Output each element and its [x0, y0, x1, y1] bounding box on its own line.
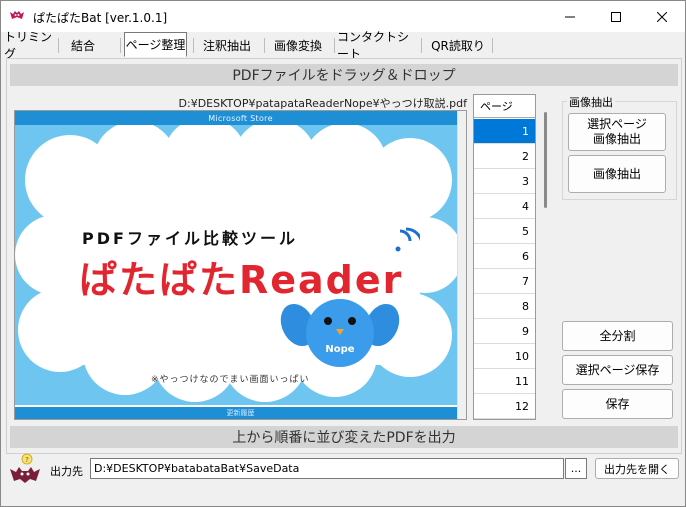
page-row[interactable]: 2: [474, 144, 535, 169]
tab-image-convert[interactable]: 画像変換: [267, 34, 329, 56]
save-selected-pages-button[interactable]: 選択ページ保存: [562, 355, 673, 385]
close-icon: [657, 11, 667, 22]
tab-divider: [421, 38, 422, 53]
minimize-icon: [565, 16, 575, 17]
tab-divider: [120, 38, 121, 53]
preview-note: ※やっつけなのでまい画面いっぱい: [151, 375, 310, 385]
output-folder-label: 出力先: [50, 465, 83, 478]
page-list-header: ページ: [474, 95, 535, 118]
browse-button[interactable]: ...: [565, 458, 587, 479]
tab-divider: [193, 38, 194, 53]
tab-divider: [264, 38, 265, 53]
page-row[interactable]: 9: [474, 319, 535, 344]
output-path-field[interactable]: D:¥DESKTOP¥batabataBat¥SaveData: [90, 458, 564, 479]
button-label-line1: 選択ページ: [587, 117, 647, 131]
maximize-button[interactable]: [593, 1, 639, 32]
tab-strip: トリミング 結合 ページ整理 注釈抽出 画像変換 コンタクトシート QR読取り: [1, 30, 685, 61]
page-row[interactable]: 6: [474, 244, 535, 269]
preview-history-bar: 更新履歴: [15, 407, 466, 419]
extract-selected-pages-button[interactable]: 選択ページ 画像抽出: [568, 113, 666, 151]
close-button[interactable]: [639, 1, 685, 32]
page-row[interactable]: 12: [474, 394, 535, 419]
button-label-line2: 画像抽出: [592, 132, 641, 146]
image-extract-title: 画像抽出: [567, 94, 615, 110]
page-list[interactable]: ページ 1 2 3 4 5 6 7 8 9 10 11 12: [473, 94, 536, 420]
tab-merge[interactable]: 結合: [61, 34, 105, 56]
page-row[interactable]: 5: [474, 219, 535, 244]
preview-store-bar: Microsoft Store: [15, 111, 466, 125]
page-row[interactable]: 10: [474, 344, 535, 369]
tab-page-organize[interactable]: ページ整理: [124, 32, 187, 57]
bat-mascot-icon: ?: [10, 453, 40, 483]
scrollbar-thumb[interactable]: [544, 112, 547, 208]
preview-subtitle: PDFファイル比較ツール: [82, 229, 298, 248]
tab-divider: [334, 38, 335, 53]
preview-page: PDFファイル比較ツール ぱたぱたReader Nope ※やっつけなのでまい画…: [15, 125, 466, 405]
tab-annotation-extract[interactable]: 注釈抽出: [196, 34, 258, 56]
open-output-folder-button[interactable]: 出力先を開く: [595, 458, 679, 479]
window-title: ぱたぱたBat [ver.1.0.1]: [33, 11, 168, 25]
tab-contact-sheet[interactable]: コンタクトシート: [336, 30, 420, 61]
file-path-label: D:¥DESKTOP¥patapataReaderNope¥やっつけ取説.pdf: [178, 97, 467, 110]
minimize-button[interactable]: [547, 1, 593, 32]
extract-images-button[interactable]: 画像抽出: [568, 155, 666, 193]
page-row[interactable]: 4: [474, 194, 535, 219]
page-row[interactable]: 8: [474, 294, 535, 319]
app-window: ぱたぱたBat [ver.1.0.1] トリミング 結合 ページ整理 注釈抽出 …: [0, 0, 686, 507]
mascot-label: Nope: [325, 344, 354, 355]
bluebird-mascot: Nope: [280, 299, 400, 367]
tab-qr-read[interactable]: QR読取り: [425, 34, 491, 56]
page-row[interactable]: 1: [474, 119, 535, 144]
split-all-button[interactable]: 全分割: [562, 321, 673, 351]
bat-app-icon: [10, 11, 24, 19]
maximize-icon: [611, 11, 621, 22]
svg-text:?: ?: [25, 456, 29, 464]
wifi-signal-icon: [395, 227, 420, 252]
page-row[interactable]: 11: [474, 369, 535, 394]
preview-scrollbar[interactable]: [457, 111, 466, 419]
page-row[interactable]: 7: [474, 269, 535, 294]
drop-zone-banner[interactable]: PDFファイルをドラッグ＆ドロップ: [10, 64, 678, 86]
save-button[interactable]: 保存: [562, 389, 673, 419]
output-instruction-banner: 上から順番に並び変えたPDFを出力: [10, 426, 678, 448]
page-row[interactable]: 3: [474, 169, 535, 194]
page-organize-panel: PDFファイルをドラッグ＆ドロップ D:¥DESKTOP¥patapataRea…: [6, 58, 682, 454]
tab-trimming[interactable]: トリミング: [3, 30, 55, 61]
page-list-scrollbar[interactable]: [537, 94, 553, 420]
tab-divider: [492, 38, 493, 53]
pdf-preview[interactable]: Microsoft Store PDFファイル比較ツール ぱたぱたReader: [14, 110, 467, 420]
tab-divider: [58, 38, 59, 53]
